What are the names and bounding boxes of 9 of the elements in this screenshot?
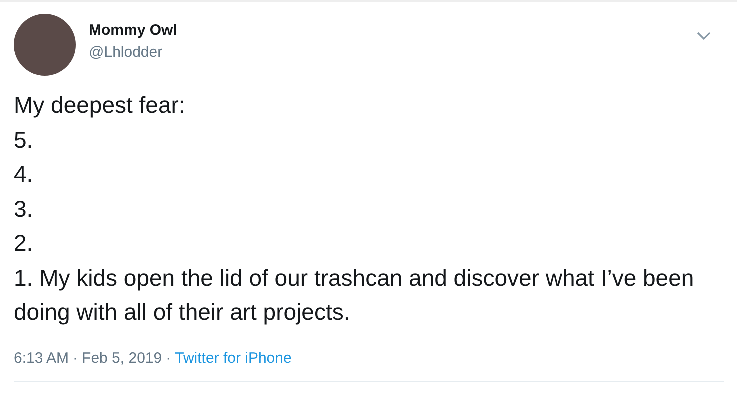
separator: · — [166, 350, 172, 366]
separator: · — [73, 350, 78, 366]
author-name[interactable]: Mommy Owl — [89, 22, 178, 39]
chevron-down-icon[interactable] — [697, 32, 711, 40]
author-handle[interactable]: @Lhlodder — [89, 44, 178, 61]
tweet-date: Feb 5, 2019 — [82, 350, 162, 366]
source-link[interactable]: Twitter for iPhone — [175, 350, 292, 366]
tweet-text: My deepest fear: 5. 4. 3. 2. 1. My kids open the lid of our trashcan and discover what I’ve been doing with all of their art projects. — [14, 91, 696, 327]
tweet-time: 6:13 AM — [14, 350, 70, 366]
